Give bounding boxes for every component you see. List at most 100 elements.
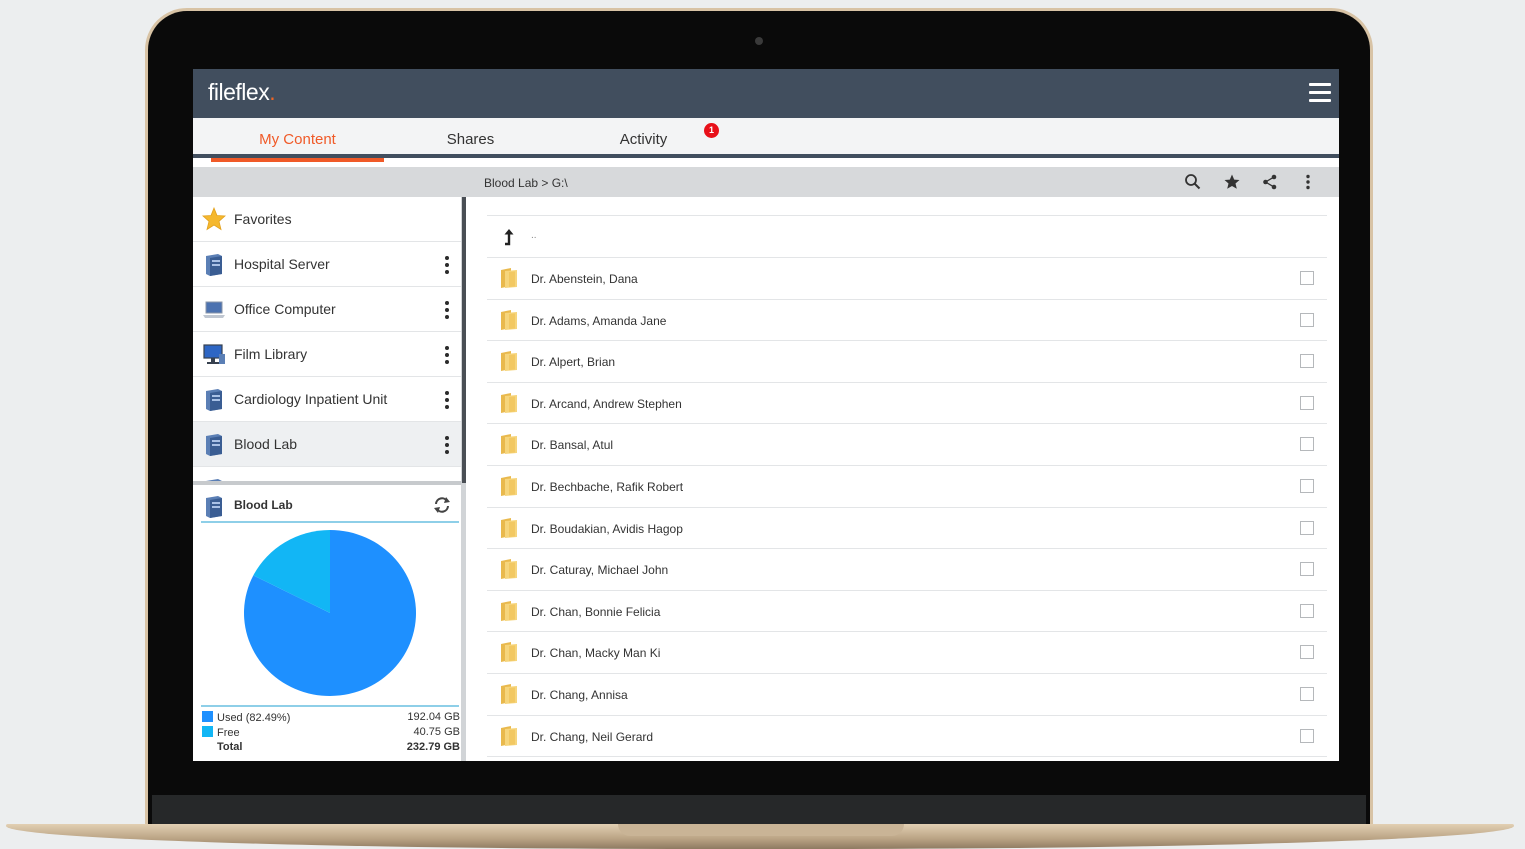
refresh-icon[interactable] — [432, 496, 452, 514]
file-name: Dr. Bansal, Atul — [531, 438, 614, 453]
file-row[interactable]: Dr. Abenstein, Dana — [487, 258, 1327, 300]
used-swatch — [202, 711, 213, 722]
item-menu-icon[interactable] — [445, 346, 451, 364]
file-checkbox[interactable] — [1300, 645, 1314, 660]
file-name: Dr. Caturay, Michael John — [531, 563, 669, 578]
laptop-notch — [618, 824, 904, 836]
file-checkbox[interactable] — [1300, 603, 1314, 618]
storage-divider — [201, 521, 459, 523]
sidebar-item-label: Blood Lab — [234, 436, 298, 452]
folder-icon — [501, 309, 517, 330]
app-screen: fileflex. My Content Shares Activity 1 B… — [193, 69, 1339, 761]
tab-shares[interactable]: Shares — [384, 118, 557, 158]
main-tabs: My Content Shares Activity — [193, 118, 1339, 162]
file-checkbox[interactable] — [1300, 479, 1314, 493]
file-name: Dr. Boudakian, Avidis Hagop — [531, 521, 683, 536]
item-menu-icon[interactable] — [445, 301, 451, 319]
file-row[interactable]: Dr. Adams, Amanda Jane — [487, 300, 1327, 342]
star-icon[interactable] — [1223, 173, 1241, 191]
sidebar-item-cardiology-inpatient-unit[interactable]: Cardiology Inpatient Unit — [193, 377, 461, 422]
logo-dot: . — [269, 79, 276, 105]
sidebar-item-hospital-server[interactable]: Hospital Server — [193, 242, 461, 287]
file-checkbox[interactable] — [1300, 271, 1314, 285]
folder-icon — [501, 642, 517, 663]
file-row[interactable]: Dr. Chang, Neil Gerard — [487, 716, 1327, 758]
sidebar-item-label: Hospital Server — [234, 256, 330, 272]
file-name: Dr. Chang, Neil Gerard — [531, 729, 654, 744]
file-row[interactable]: Dr. Chang, Annisa — [487, 674, 1327, 716]
file-name: Dr. Bechbache, Rafik Robert — [531, 480, 684, 494]
server-icon — [206, 254, 222, 276]
folder-icon — [501, 517, 517, 538]
file-checkbox[interactable] — [1300, 354, 1314, 369]
file-row[interactable]: Dr. Caturay, Michael John — [487, 549, 1327, 591]
total-value: 232.79 GB — [406, 741, 460, 753]
share-icon[interactable] — [1261, 173, 1279, 191]
used-label: Used (82.49%) — [217, 712, 291, 724]
folder-icon — [501, 434, 517, 455]
tab-activity[interactable]: Activity — [557, 118, 730, 158]
server-icon — [206, 389, 222, 411]
sidebar-item-office-computer[interactable]: Office Computer — [193, 287, 461, 332]
sidebar-item-label: Favorites — [234, 211, 292, 227]
folder-icon — [501, 268, 517, 288]
laptop-icon — [203, 301, 225, 318]
up-arrow-icon — [504, 229, 514, 246]
file-checkbox[interactable] — [1300, 520, 1314, 535]
file-row[interactable]: Dr. Alpert, Brian — [487, 341, 1327, 383]
legend-free: Free 40.75 GB — [202, 726, 460, 740]
storage-divider — [201, 705, 459, 707]
item-menu-icon[interactable] — [445, 391, 451, 409]
file-checkbox[interactable] — [1300, 687, 1314, 701]
storage-title: Blood Lab — [234, 498, 293, 512]
sources-sidebar: Favorites Hospital Server Office Compute… — [193, 197, 461, 483]
fileflex-logo: fileflex. — [208, 79, 276, 106]
search-icon[interactable] — [1184, 173, 1202, 191]
sidebar-item-film-library[interactable]: Film Library — [193, 332, 461, 377]
sidebar-item-label: Film Library — [234, 346, 308, 362]
used-value: 192.04 GB — [407, 711, 460, 723]
file-checkbox[interactable] — [1300, 312, 1314, 327]
more-options-icon[interactable] — [1299, 173, 1317, 191]
camera — [755, 37, 763, 45]
file-name: Dr. Chang, Annisa — [531, 688, 628, 702]
parent-folder-label: .. — [531, 230, 537, 241]
file-row[interactable]: Dr. Chan, Bonnie Felicia — [487, 591, 1327, 633]
item-menu-icon[interactable] — [445, 436, 451, 454]
sidebar-scrollbar[interactable] — [462, 197, 466, 483]
parent-folder-row[interactable]: .. — [487, 215, 1327, 258]
file-row[interactable]: Dr. Bansal, Atul — [487, 424, 1327, 466]
file-row[interactable]: Dr. Arcand, Andrew Stephen — [487, 383, 1327, 425]
free-swatch — [202, 726, 213, 737]
folder-icon — [501, 392, 517, 413]
breadcrumb[interactable]: Blood Lab > G:\ — [484, 176, 568, 190]
file-row[interactable]: Dr. Boudakian, Avidis Hagop — [487, 508, 1327, 550]
logo-text: fileflex — [208, 79, 270, 105]
tab-my-content[interactable]: My Content — [211, 118, 384, 162]
server-icon — [206, 496, 222, 518]
storage-panel: Blood Lab Used (82.49%) 192.04 GB Free 40.… — [193, 485, 461, 761]
free-value: 40.75 GB — [413, 726, 460, 738]
file-checkbox[interactable] — [1300, 562, 1314, 577]
legend-used: Used (82.49%) 192.04 GB — [202, 711, 460, 725]
folder-icon — [501, 351, 517, 372]
file-checkbox[interactable] — [1300, 437, 1314, 452]
sidebar-item-favorites[interactable]: Favorites — [193, 197, 461, 242]
folder-icon — [501, 600, 517, 621]
file-checkbox[interactable] — [1300, 728, 1314, 743]
monitor-icon — [203, 344, 225, 364]
file-name: Dr. Chan, Bonnie Felicia — [531, 604, 661, 619]
file-checkbox[interactable] — [1300, 395, 1314, 410]
total-label: Total — [217, 741, 243, 753]
file-name: Dr. Adams, Amanda Jane — [531, 313, 667, 328]
file-row[interactable]: Dr. Chan, Macky Man Ki — [487, 632, 1327, 674]
free-label: Free — [217, 727, 240, 739]
file-name: Dr. Alpert, Brian — [531, 355, 616, 370]
file-name: Dr. Abenstein, Dana — [531, 272, 638, 286]
file-row[interactable]: Dr. Bechbache, Rafik Robert — [487, 466, 1327, 508]
sidebar-item-label: Office Computer — [234, 301, 336, 317]
item-menu-icon[interactable] — [445, 256, 451, 274]
hamburger-menu-icon[interactable] — [1309, 83, 1331, 103]
file-list: .. Dr. Abenstein, Dana Dr. Adams, Amanda … — [487, 215, 1327, 761]
sidebar-item-blood-lab[interactable]: Blood Lab — [193, 422, 461, 467]
